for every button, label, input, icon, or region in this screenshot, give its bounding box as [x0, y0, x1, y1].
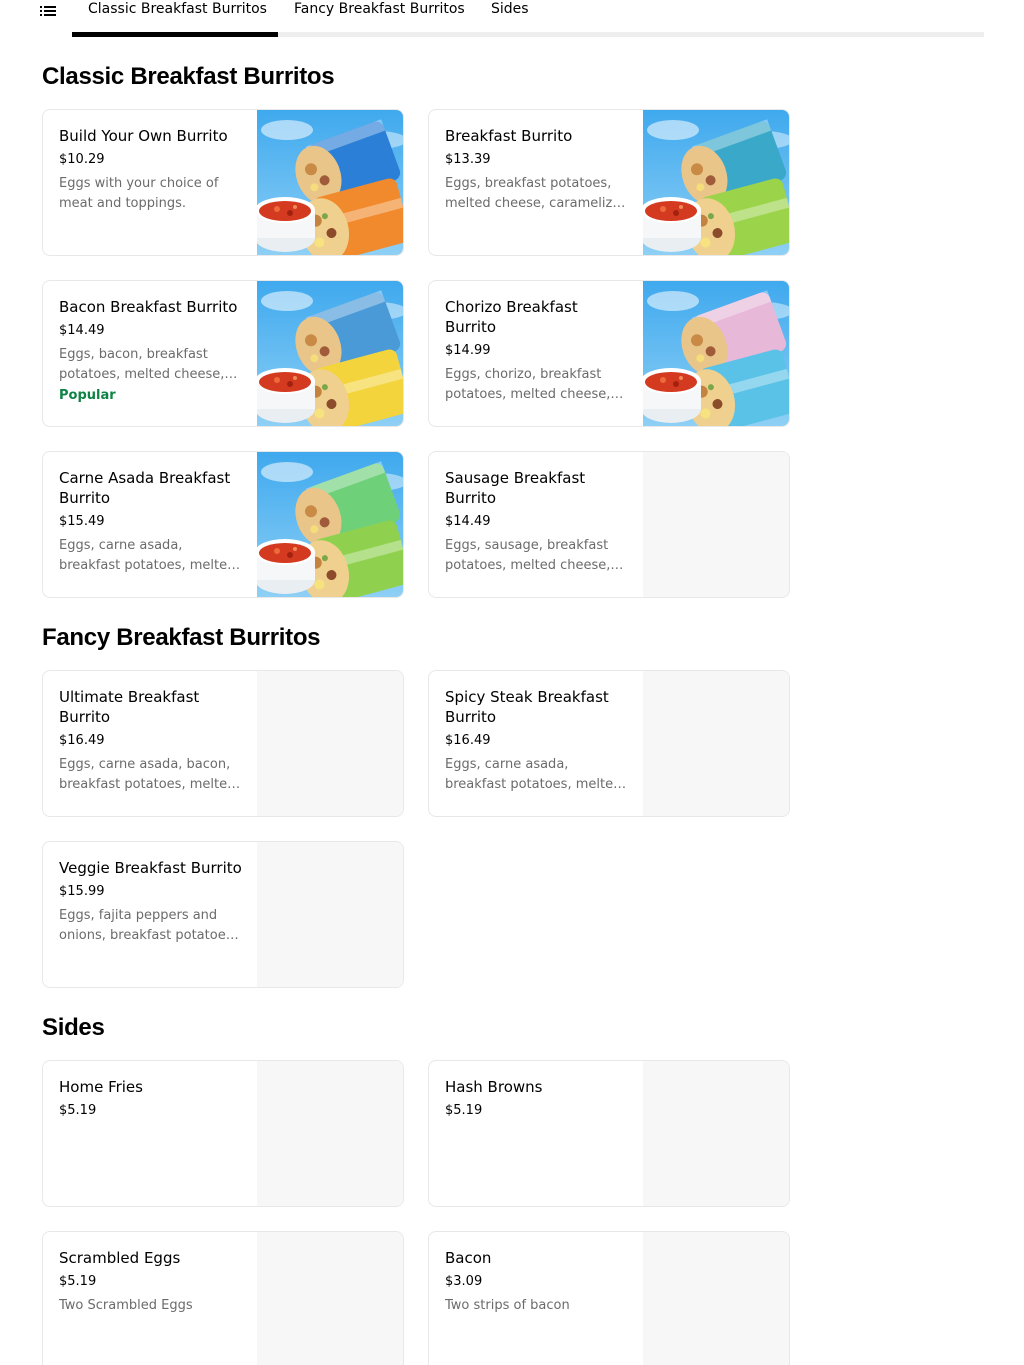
menu-item-description: Eggs, breakfast potatoes, melted cheese,… [445, 176, 629, 211]
menu-item-info: Ultimate Breakfast Burrito $16.49 Eggs, c… [59, 687, 245, 795]
menu-item-price: $10.29 [59, 152, 105, 167]
menu-item-info: Spicy Steak Breakfast Burrito $16.49 Eggs… [445, 687, 631, 795]
menu-item-description: Eggs, bacon, breakfast potatoes, melted … [59, 347, 225, 382]
menu-item-info: Bacon $3.09 Two strips of bacon [445, 1248, 631, 1316]
menu-item-photo [257, 281, 403, 426]
menu-item-description: Eggs, carne asada, breakfast potatoes, m… [59, 538, 236, 573]
menu-item-price: $15.49 [59, 514, 105, 529]
menu-item-card-chorizo-breakfast-burrito[interactable]: Chorizo Breakfast Burrito $14.99 Eggs, ch… [428, 280, 790, 427]
tab-label: Sides [491, 1, 529, 17]
menu-item-price: $5.19 [59, 1103, 97, 1118]
menu-item-name: Carne Asada Breakfast Burrito [59, 469, 231, 507]
menu-item-info: Scrambled Eggs $5.19 Two Scrambled Eggs [59, 1248, 245, 1316]
menu-item-card-bacon-breakfast-burrito[interactable]: Bacon Breakfast Burrito $14.49 Eggs, baco… [42, 280, 404, 427]
menu-item-info: Home Fries $5.19 [59, 1077, 245, 1120]
menu-item-card-home-fries[interactable]: Home Fries $5.19 [42, 1060, 404, 1207]
menu-item-price: $13.39 [445, 152, 491, 167]
tab-label: Fancy Breakfast Burritos [294, 1, 465, 17]
menu-item-photo [643, 110, 789, 255]
menu-item-price: $14.49 [59, 323, 105, 338]
menu-item-description: Eggs, carne asada, breakfast potatoes, m… [445, 757, 622, 792]
menu-item-photo-placeholder [257, 671, 403, 816]
menu-item-info: Veggie Breakfast Burrito $15.99 Eggs, faj… [59, 858, 245, 946]
menu-item-price: $5.19 [445, 1103, 483, 1118]
menu-item-card-scrambled-eggs[interactable]: Scrambled Eggs $5.19 Two Scrambled Eggs [42, 1231, 404, 1365]
menu-item-description: Eggs, chorizo, breakfast potatoes, melte… [445, 367, 611, 402]
menu-item-card-ultimate-breakfast-burrito[interactable]: Ultimate Breakfast Burrito $16.49 Eggs, c… [42, 670, 404, 817]
menu-item-card-breakfast-burrito[interactable]: Breakfast Burrito $13.39 Eggs, breakfast … [428, 109, 790, 256]
menu-item-info: Build Your Own Burrito $10.29 Eggs with y… [59, 126, 245, 214]
menu-item-price: $16.49 [445, 733, 491, 748]
menu-item-photo [257, 452, 403, 597]
section-title-fancy: Fancy Breakfast Burritos [42, 624, 321, 651]
menu-item-name: Spicy Steak Breakfast Burrito [445, 688, 609, 726]
menu-item-name: Hash Browns [445, 1078, 543, 1096]
menu-item-price: $16.49 [59, 733, 105, 748]
category-nav: Classic Breakfast Burritos Fancy Breakfa… [0, 0, 1024, 38]
menu-item-name: Bacon Breakfast Burrito [59, 298, 238, 316]
section-title-classic: Classic Breakfast Burritos [42, 63, 335, 90]
section-title-sides: Sides [42, 1014, 105, 1041]
tab-fancy-breakfast-burritos[interactable]: Fancy Breakfast Burritos [278, 0, 481, 36]
menu-item-name: Ultimate Breakfast Burrito [59, 688, 200, 726]
menu-item-price: $14.49 [445, 514, 491, 529]
menu-item-name: Veggie Breakfast Burrito [59, 859, 242, 877]
menu-item-name: Breakfast Burrito [445, 127, 573, 145]
menu-item-price: $14.99 [445, 343, 491, 358]
menu-item-description: Eggs, sausage, breakfast potatoes, melte… [445, 538, 611, 573]
menu-item-card-sausage-breakfast-burrito[interactable]: Sausage Breakfast Burrito $14.49 Eggs, sa… [428, 451, 790, 598]
menu-item-photo-placeholder [257, 1232, 403, 1365]
menu-item-card-spicy-steak-breakfast-burrito[interactable]: Spicy Steak Breakfast Burrito $16.49 Eggs… [428, 670, 790, 817]
menu-item-photo-placeholder [257, 842, 403, 987]
menu-item-photo-placeholder [643, 1232, 789, 1365]
menu-item-price: $3.09 [445, 1274, 483, 1289]
menu-item-name: Bacon [445, 1249, 492, 1267]
menu-item-info: Bacon Breakfast Burrito $14.49 Eggs, baco… [59, 297, 245, 405]
menu-item-photo-placeholder [643, 671, 789, 816]
menu-item-description: Eggs with your choice of meat and toppin… [59, 176, 219, 211]
menu-item-name: Build Your Own Burrito [59, 127, 228, 145]
menu-item-price: $15.99 [59, 884, 105, 899]
menu-item-name: Sausage Breakfast Burrito [445, 469, 586, 507]
menu-item-name: Chorizo Breakfast Burrito [445, 298, 578, 336]
menu-item-name: Home Fries [59, 1078, 143, 1096]
menu-item-card-carne-asada-breakfast-burrito[interactable]: Carne Asada Breakfast Burrito $15.49 Eggs… [42, 451, 404, 598]
menu-item-description: Two Scrambled Eggs [59, 1298, 193, 1313]
menu-item-info: Breakfast Burrito $13.39 Eggs, breakfast … [445, 126, 631, 214]
menu-item-photo [257, 110, 403, 255]
tab-label: Classic Breakfast Burritos [88, 1, 267, 17]
menu-item-description: Eggs, fajita peppers and onions, breakfa… [59, 908, 237, 943]
menu-item-photo [643, 281, 789, 426]
list-menu-icon[interactable] [40, 4, 56, 18]
menu-item-photo-placeholder [643, 1061, 789, 1206]
menu-item-price: $5.19 [59, 1274, 97, 1289]
menu-item-photo-placeholder [643, 452, 789, 597]
popular-badge: Popular [59, 388, 116, 403]
menu-item-description: Eggs, carne asada, bacon, breakfast pota… [59, 757, 236, 792]
menu-item-info: Sausage Breakfast Burrito $14.49 Eggs, sa… [445, 468, 631, 576]
menu-item-photo-placeholder [257, 1061, 403, 1206]
menu-item-name: Scrambled Eggs [59, 1249, 181, 1267]
menu-item-info: Chorizo Breakfast Burrito $14.99 Eggs, ch… [445, 297, 631, 405]
tab-classic-breakfast-burritos[interactable]: Classic Breakfast Burritos [72, 0, 283, 36]
menu-item-description: Two strips of bacon [445, 1298, 570, 1313]
menu-item-info: Hash Browns $5.19 [445, 1077, 631, 1120]
menu-item-card-veggie-breakfast-burrito[interactable]: Veggie Breakfast Burrito $15.99 Eggs, faj… [42, 841, 404, 988]
menu-item-info: Carne Asada Breakfast Burrito $15.49 Eggs… [59, 468, 245, 576]
menu-item-card-hash-browns[interactable]: Hash Browns $5.19 [428, 1060, 790, 1207]
menu-item-card-build-your-own-burrito[interactable]: Build Your Own Burrito $10.29 Eggs with y… [42, 109, 404, 256]
menu-item-card-bacon[interactable]: Bacon $3.09 Two strips of bacon [428, 1231, 790, 1365]
tab-sides[interactable]: Sides [475, 0, 545, 36]
